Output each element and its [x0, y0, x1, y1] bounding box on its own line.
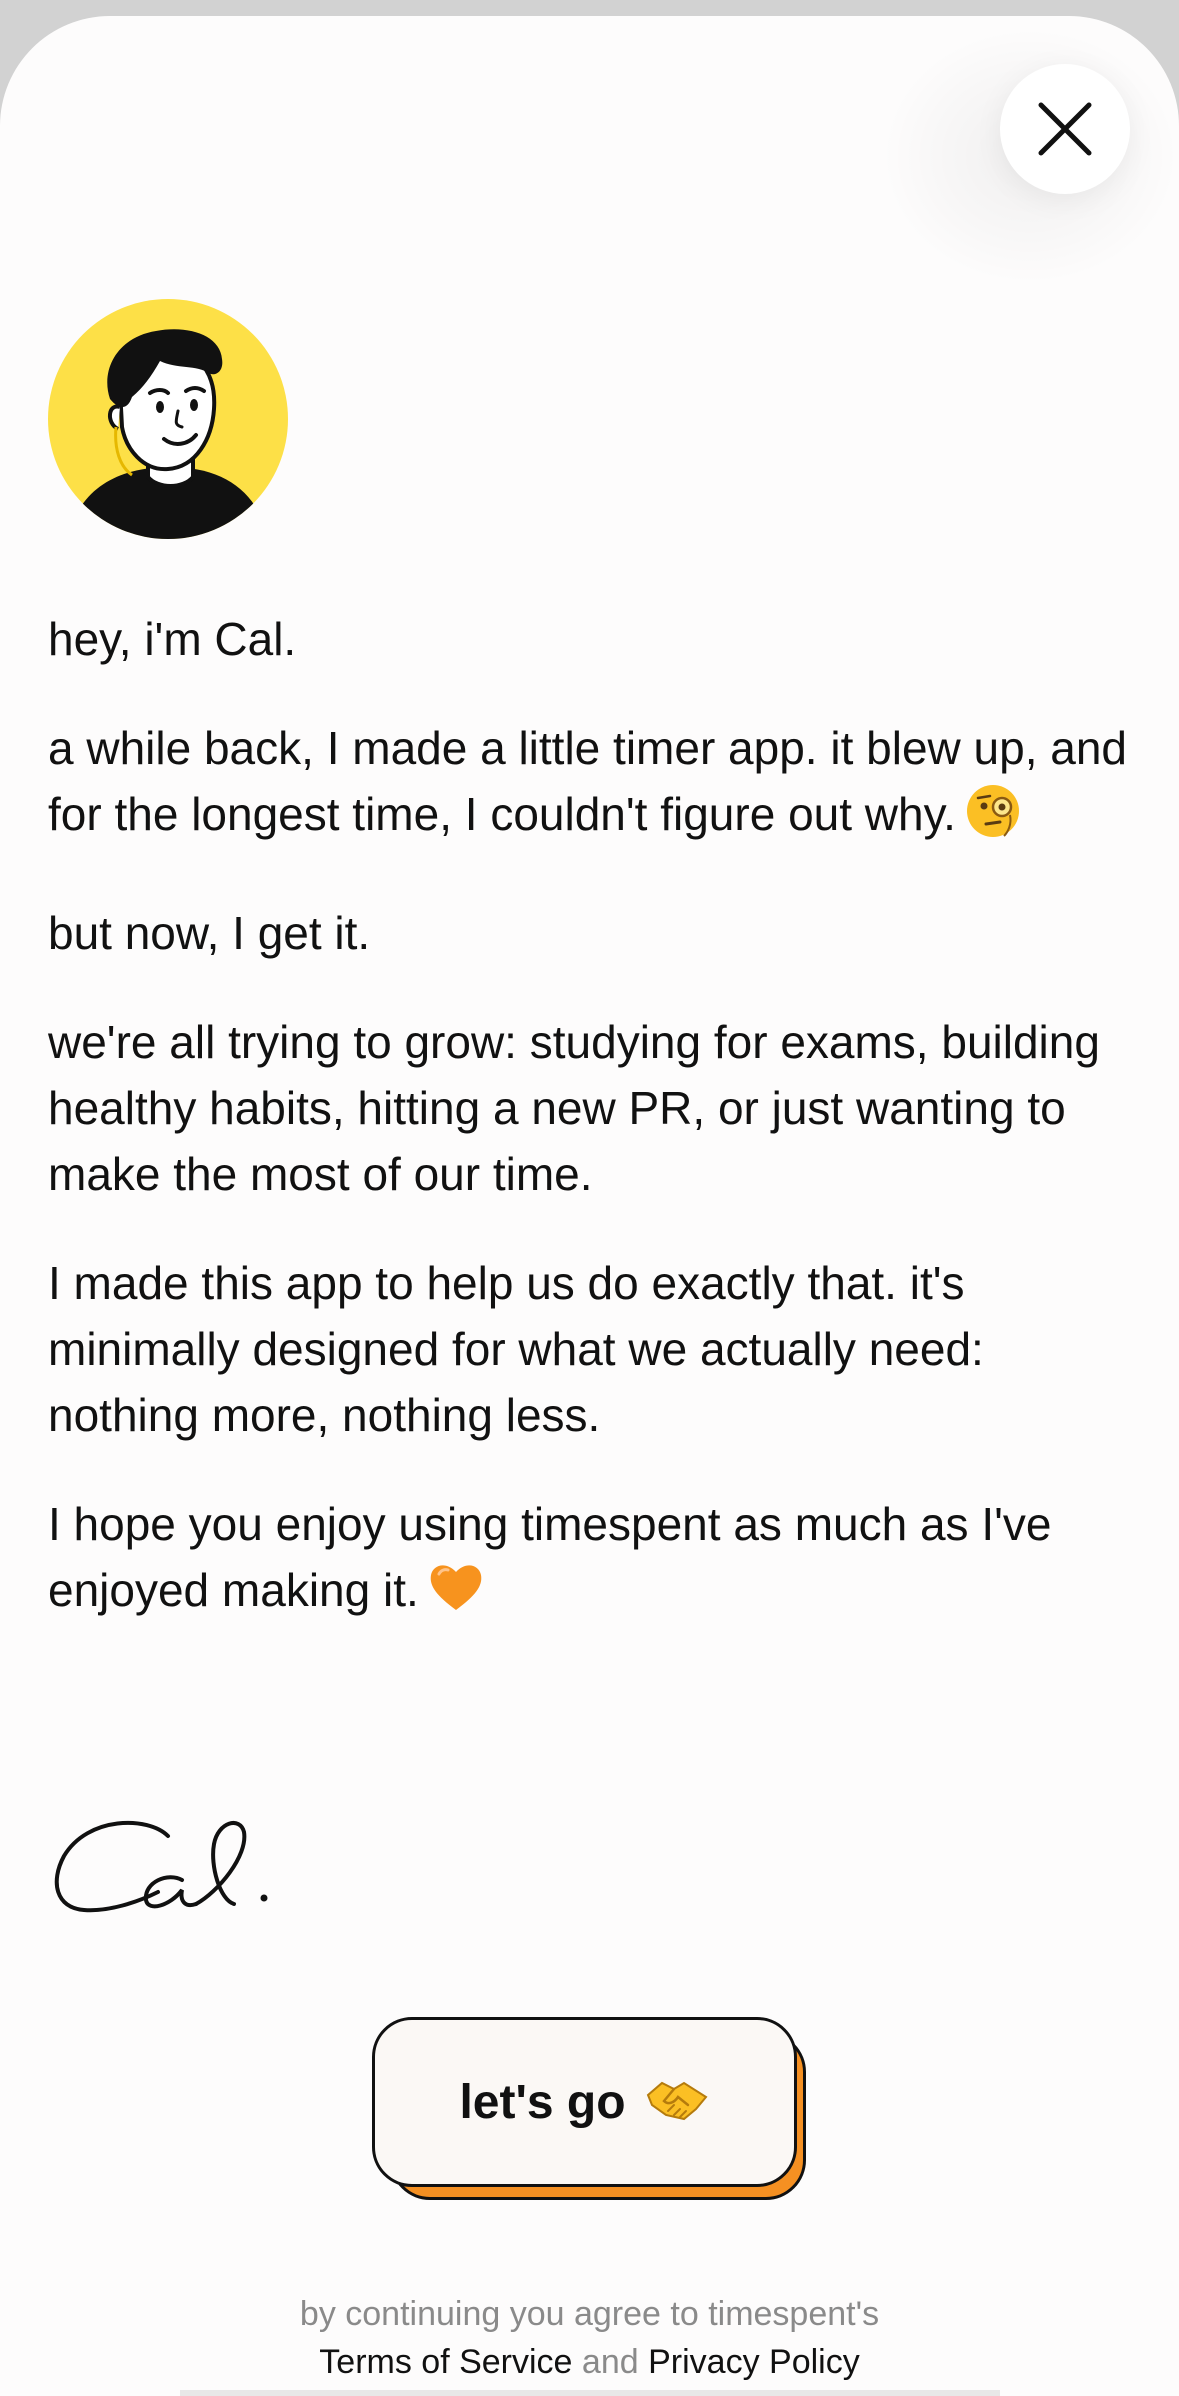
letter-paragraph: a while back, I made a little timer app.…	[48, 715, 1138, 857]
avatar-illustration	[68, 329, 268, 539]
home-indicator	[180, 2390, 1000, 2396]
letter-paragraph: we're all trying to grow: studying for e…	[48, 1016, 1100, 1200]
lets-go-button[interactable]: let's go	[372, 2017, 797, 2187]
legal-notice: by continuing you agree to timespent's T…	[0, 2290, 1179, 2386]
privacy-policy-link[interactable]: Privacy Policy	[648, 2343, 860, 2381]
close-button[interactable]	[1000, 64, 1130, 194]
orange-heart-emoji-icon	[427, 1558, 485, 1633]
monocle-face-emoji-icon	[964, 782, 1022, 857]
letter-paragraph: I made this app to help us do exactly th…	[48, 1257, 984, 1441]
letter-paragraph: I hope you enjoy using timespent as much…	[48, 1491, 1138, 1633]
handshake-emoji-icon	[644, 2075, 710, 2130]
avatar	[48, 299, 288, 539]
legal-links-line: Terms of Service and Privacy Policy	[0, 2338, 1179, 2386]
welcome-letter: hey, i'm Cal. a while back, I made a lit…	[48, 606, 1138, 1676]
signature-image	[54, 1820, 268, 1913]
legal-line: by continuing you agree to timespent's	[299, 2295, 880, 2333]
letter-greeting: hey, i'm Cal.	[48, 613, 297, 665]
letter-paragraph: but now, I get it.	[48, 907, 371, 959]
cta-label: let's go	[459, 2075, 626, 2129]
legal-conjunction: and	[581, 2343, 639, 2381]
close-icon	[1038, 102, 1092, 156]
signature	[48, 1796, 348, 1946]
terms-of-service-link[interactable]: Terms of Service	[319, 2343, 572, 2381]
